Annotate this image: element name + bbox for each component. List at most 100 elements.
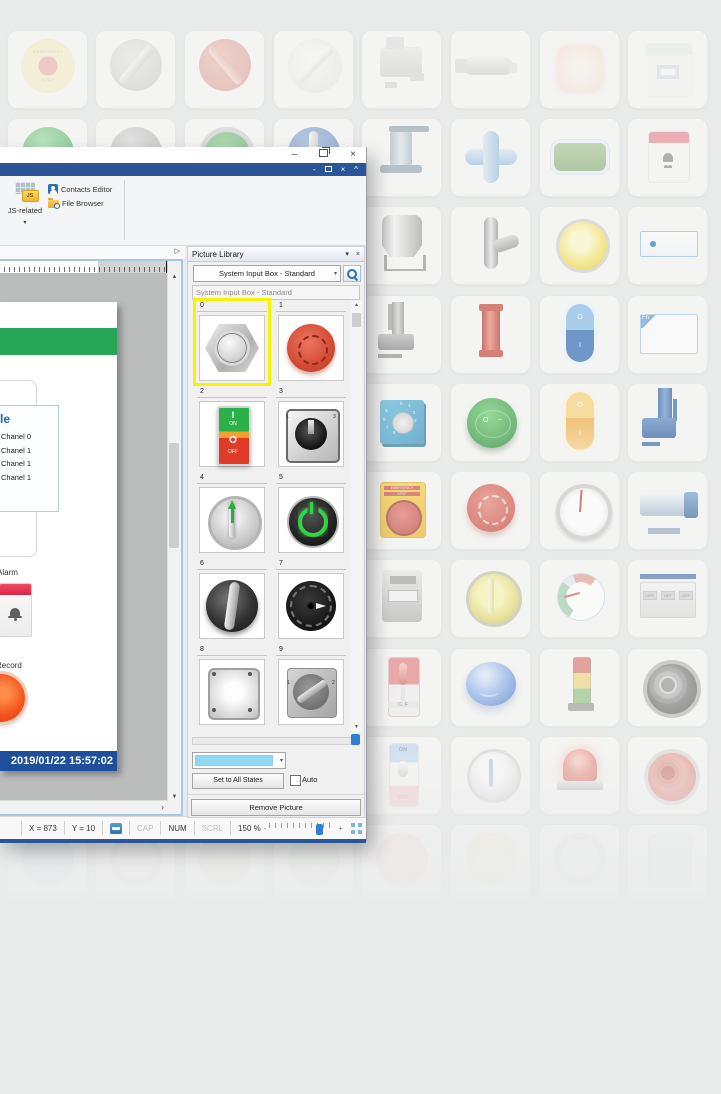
library-item-6[interactable]: 6 xyxy=(196,559,268,641)
scroll-right-icon[interactable]: › xyxy=(161,801,164,814)
expand-arrow-icon[interactable]: ▷ xyxy=(175,247,180,255)
scroll-lock-indicator: SCRL xyxy=(202,824,223,833)
doc-close-button[interactable]: × xyxy=(341,163,346,176)
tile-pill-green xyxy=(539,118,620,197)
tile-square-faint-teal xyxy=(627,824,708,903)
tile-toggle-on-off: ONOFF xyxy=(361,736,442,815)
tile-knob-red xyxy=(184,30,265,109)
library-item-9[interactable]: 912 xyxy=(275,645,347,727)
restore-button[interactable] xyxy=(319,147,328,163)
color-dropdown[interactable]: ▾ xyxy=(192,752,286,769)
zoom-slider[interactable] xyxy=(269,822,335,834)
canvas-viewport[interactable]: le Chanel 0 Chanel 1 Chanel 1 Chanel 1 A… xyxy=(0,273,168,801)
design-canvas-pane: ▷ le Chanel 0 Chanel 1 Chanel 1 xyxy=(0,246,185,816)
library-item-3[interactable]: 313 xyxy=(275,387,347,469)
fit-to-window-icon[interactable] xyxy=(351,823,362,834)
library-item-number: 3 xyxy=(276,387,346,398)
scroll-down-icon[interactable]: ▼ xyxy=(168,794,181,800)
auto-checkbox[interactable] xyxy=(290,775,301,786)
panel-close-icon[interactable]: × xyxy=(356,251,360,258)
zoom-out-button[interactable]: - xyxy=(264,824,267,833)
zoom-slider-thumb[interactable] xyxy=(316,824,323,835)
color-swatch xyxy=(195,755,273,766)
contacts-editor-label: Contacts Editor xyxy=(61,185,112,194)
library-item-number: 2 xyxy=(197,387,267,398)
record-button[interactable] xyxy=(0,674,25,722)
tile-breaker-gray xyxy=(361,559,442,638)
tile-relief-valve-blue xyxy=(627,383,708,462)
scrollbar-thumb[interactable] xyxy=(352,313,361,327)
scroll-up-icon[interactable]: ▲ xyxy=(351,302,362,308)
canvas-vertical-scrollbar[interactable]: ▲ ▼ xyxy=(167,273,181,801)
tile-tower-light xyxy=(539,648,620,727)
tile-pipe-cross-blue xyxy=(450,118,531,197)
tile-beacon-red xyxy=(539,736,620,815)
remove-picture-button[interactable]: Remove Picture xyxy=(191,799,361,816)
dial-black-icon xyxy=(278,573,344,639)
save-icon[interactable] xyxy=(110,823,122,834)
tile-circle-faint-yellow xyxy=(450,824,531,903)
picture-list: 012IONOOFF31345678912 xyxy=(188,301,364,733)
folder-search-icon xyxy=(48,200,59,208)
library-item-5[interactable]: 5 xyxy=(275,473,347,555)
tile-input-blue-dot xyxy=(627,206,708,285)
cursor-y-value: Y = 10 xyxy=(72,824,95,833)
canvas-frame: le Chanel 0 Chanel 1 Chanel 1 Chanel 1 A… xyxy=(0,259,183,816)
design-form[interactable]: le Chanel 0 Chanel 1 Chanel 1 Chanel 1 A… xyxy=(0,302,117,771)
square-silver-icon xyxy=(199,659,265,725)
library-item-8[interactable]: 8 xyxy=(196,645,268,727)
tile-breaker-3p: OFFOFFOFF xyxy=(627,559,708,638)
ribbon-collapse-button[interactable]: ^ xyxy=(354,163,358,176)
separator xyxy=(64,821,65,835)
caps-lock-indicator: CAP xyxy=(137,824,153,833)
js-badge: JS xyxy=(22,190,39,202)
js-related-button[interactable]: JS JS-related ▾ xyxy=(3,179,47,243)
slider-thumb[interactable] xyxy=(351,734,360,745)
channel-item: Chanel 1 xyxy=(1,473,58,482)
tile-rocker-round-green: O– xyxy=(450,383,531,462)
library-item-2[interactable]: 2IONOOFF xyxy=(196,387,268,469)
tile-pipe-t-gray xyxy=(450,206,531,285)
doc-restore-icon[interactable] xyxy=(325,166,332,172)
zoom-in-button[interactable]: + xyxy=(338,824,343,833)
channel-list-box[interactable]: le Chanel 0 Chanel 1 Chanel 1 Chanel 1 xyxy=(0,405,59,512)
minimize-button[interactable]: – xyxy=(292,147,298,163)
doc-minimize-button[interactable]: - xyxy=(313,163,316,176)
record-label: Record xyxy=(0,661,22,670)
library-item-1[interactable]: 1 xyxy=(275,301,347,383)
library-item-7[interactable]: 7 xyxy=(275,559,347,641)
ruler-cursor xyxy=(166,261,167,273)
tile-buzzer-dark xyxy=(627,648,708,727)
library-select-dropdown[interactable]: System Input Box - Standard ▾ xyxy=(193,265,341,282)
scrollbar-thumb[interactable] xyxy=(169,443,179,548)
tile-tank-silver xyxy=(361,206,442,285)
title-bar: – × xyxy=(0,147,366,163)
library-group-label: System Input Box - Standard xyxy=(192,285,360,300)
thumbnail-size-slider[interactable] xyxy=(192,737,352,745)
contacts-editor-button[interactable]: Contacts Editor xyxy=(48,184,112,194)
panel-menu-icon[interactable]: ▾ xyxy=(345,250,349,258)
separator xyxy=(102,821,103,835)
tile-motor-pump xyxy=(450,30,531,109)
form-header-bar xyxy=(0,328,117,355)
library-item-4[interactable]: 4 xyxy=(196,473,268,555)
tile-window-card-green xyxy=(627,30,708,109)
library-item-0[interactable]: 0 xyxy=(196,301,268,383)
library-search-button[interactable] xyxy=(343,265,361,282)
scroll-up-icon[interactable]: ▲ xyxy=(168,274,181,280)
canvas-horizontal-scrollbar[interactable]: › xyxy=(0,800,168,814)
knob-green-arrow-icon xyxy=(199,487,265,553)
tile-fn-panel: Fn xyxy=(627,295,708,374)
set-to-all-states-button[interactable]: Set to All States xyxy=(192,773,284,789)
ribbon-group-separator xyxy=(124,180,125,240)
tile-toggle-red-off: OFF xyxy=(361,648,442,727)
alarm-button[interactable] xyxy=(0,583,32,637)
js-related-label: JS-related xyxy=(8,206,42,215)
library-vertical-scrollbar[interactable]: ▲ ▼ xyxy=(351,301,362,731)
close-button[interactable]: × xyxy=(350,147,356,163)
file-browser-button[interactable]: File Browser xyxy=(48,199,112,208)
picture-library-toolbar: System Input Box - Standard ▾ xyxy=(188,262,364,283)
scroll-down-icon[interactable]: ▼ xyxy=(351,724,362,730)
timestamp-bar: 2019/01/22 15:57:02 xyxy=(0,751,117,771)
auto-checkbox-label: Auto xyxy=(302,775,317,784)
